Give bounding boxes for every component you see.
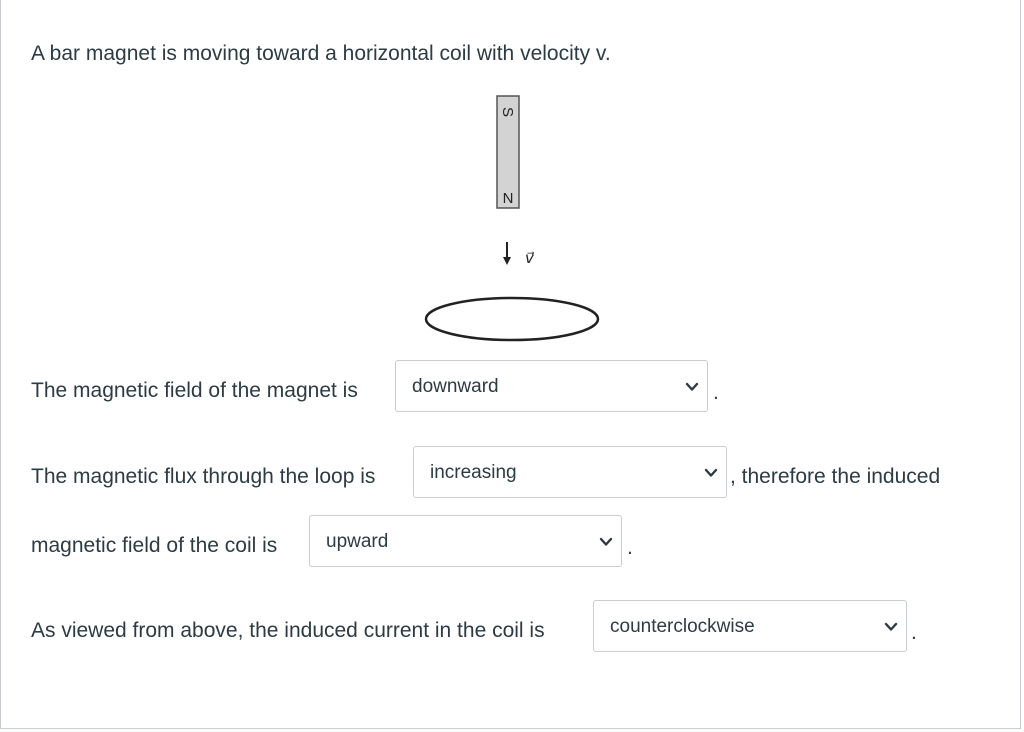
induced-field-direction-value: upward bbox=[326, 531, 389, 552]
q1-suffix: . bbox=[713, 381, 719, 404]
bar-magnet: S N bbox=[496, 95, 520, 209]
q4-prefix: As viewed from above, the induced curren… bbox=[31, 619, 545, 642]
magnet-field-direction-select[interactable]: downward bbox=[395, 360, 708, 412]
question-frame: A bar magnet is moving toward a horizont… bbox=[0, 0, 1021, 729]
q1-prefix: The magnetic field of the magnet is bbox=[31, 379, 358, 402]
q4-suffix: . bbox=[911, 621, 917, 644]
induced-field-direction-select[interactable]: upward bbox=[309, 515, 622, 567]
induced-current-direction-value: counterclockwise bbox=[610, 616, 755, 637]
chevron-down-icon bbox=[884, 622, 898, 631]
q3-prefix: magnetic field of the coil is bbox=[31, 534, 278, 557]
q2-prefix: The magnetic flux through the loop is bbox=[31, 465, 376, 488]
flux-change-value: increasing bbox=[430, 462, 517, 483]
coil bbox=[424, 296, 600, 342]
induced-current-direction-select[interactable]: counterclockwise bbox=[593, 600, 907, 652]
chevron-down-icon bbox=[685, 382, 699, 391]
chevron-down-icon bbox=[599, 537, 613, 546]
q2-suffix: , therefore the induced bbox=[730, 465, 941, 488]
chevron-down-icon bbox=[704, 468, 718, 477]
q3-suffix: . bbox=[627, 536, 633, 559]
magnet-north-label: N bbox=[503, 190, 514, 207]
velocity-arrow: v⃗ bbox=[503, 242, 535, 267]
magnet-south-label: S bbox=[499, 107, 516, 117]
flux-change-select[interactable]: increasing bbox=[413, 446, 727, 498]
magnet-coil-figure: S N v⃗ bbox=[424, 95, 600, 342]
velocity-label: v⃗ bbox=[525, 250, 535, 267]
magnet-field-direction-value: downward bbox=[412, 376, 499, 397]
